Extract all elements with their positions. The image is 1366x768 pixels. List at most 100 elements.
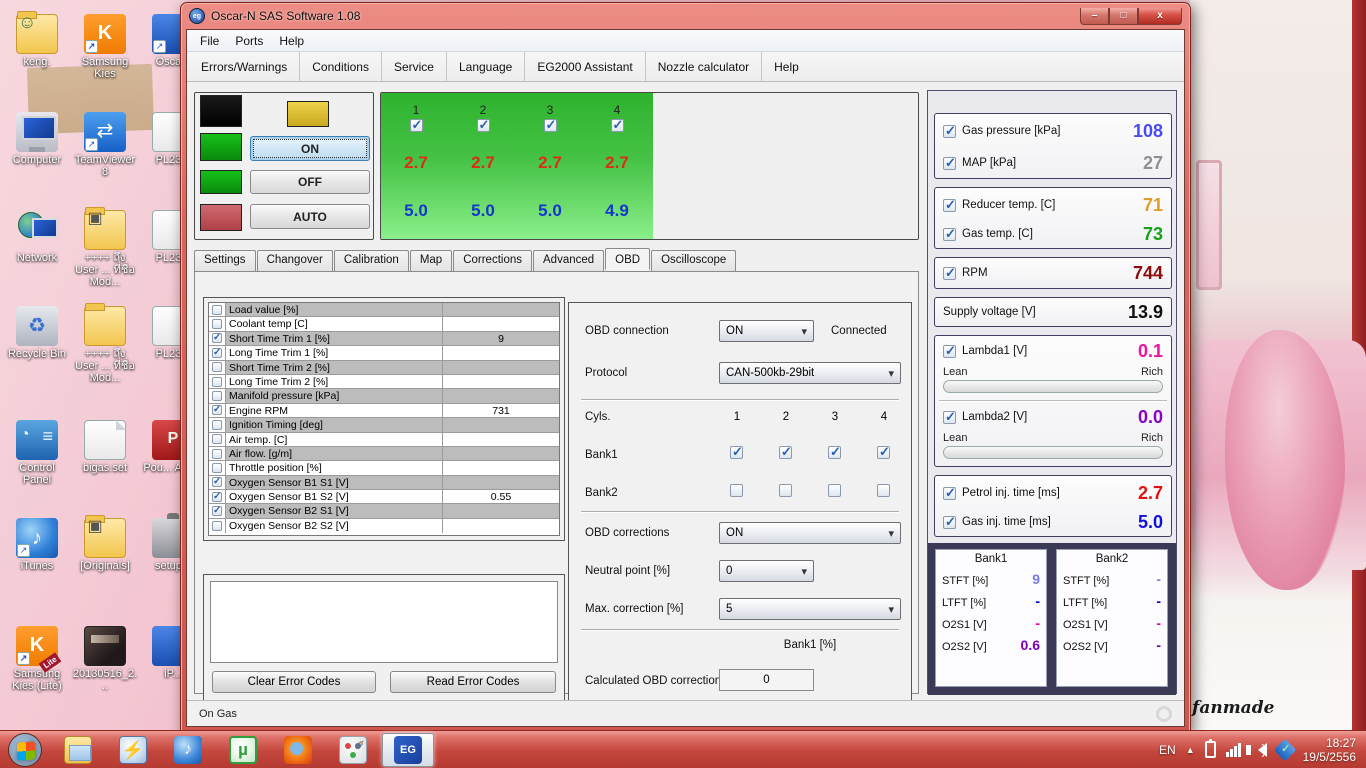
bank2-cyl3-checkbox[interactable]: [828, 484, 841, 497]
dropbox-icon[interactable]: [1273, 738, 1296, 761]
language-indicator[interactable]: EN: [1159, 743, 1176, 757]
desktop-icon-control-panel[interactable]: Control Panel: [4, 420, 70, 486]
obd-connection-dropdown[interactable]: ON: [719, 320, 814, 342]
tab-obd[interactable]: OBD: [605, 248, 651, 270]
tab-advanced[interactable]: Advanced: [533, 250, 605, 272]
clear-error-codes-button[interactable]: Clear Error Codes: [212, 671, 376, 693]
pid-checkbox[interactable]: [212, 332, 222, 344]
max-correction-dropdown[interactable]: 5: [719, 598, 901, 620]
maximize-button[interactable]: □: [1109, 7, 1138, 25]
desktop-icon-photo-20130516[interactable]: 20130516_2...: [72, 626, 138, 692]
map-checkbox[interactable]: [943, 155, 956, 171]
desktop-icon-samsung-kies[interactable]: K Samsung Kies: [72, 14, 138, 80]
tab-settings[interactable]: Settings: [194, 250, 256, 272]
pid-checkbox[interactable]: [212, 391, 222, 402]
list-item[interactable]: Coolant temp [C]: [209, 317, 559, 332]
list-item[interactable]: Air flow. [g/m]: [209, 446, 559, 462]
desktop-icon-user-mod-folder-1[interactable]: ++++ ถึง User ... ที่ชื่อ Mod...: [72, 207, 138, 288]
list-item[interactable]: Ignition Timing [deg]: [209, 418, 559, 433]
clock[interactable]: 18:27 19/5/2556: [1303, 736, 1356, 764]
show-hidden-icons-arrow[interactable]: ▲: [1186, 745, 1195, 755]
desktop-icon-itunes[interactable]: ♪ iTunes: [4, 518, 70, 572]
taskbar-utorrent[interactable]: µ: [217, 733, 269, 767]
pid-checkbox[interactable]: [212, 404, 222, 416]
desktop-icon-user-mod-folder-2[interactable]: ++++ ถึง User ... ที่ชื่อ Mod...: [72, 303, 138, 384]
off-button[interactable]: OFF: [250, 170, 370, 194]
pid-checkbox[interactable]: [212, 476, 222, 488]
list-item[interactable]: Short Time Trim 1 [%]9: [209, 331, 559, 347]
bank1-cyl3-checkbox[interactable]: [828, 444, 841, 460]
desktop-icon-samsung-kies-lite[interactable]: K Samsung Kies (Lite): [4, 626, 70, 692]
list-item[interactable]: Long Time Trim 2 [%]: [209, 374, 559, 390]
tab-eg2000-assistant[interactable]: EG2000 Assistant: [525, 52, 646, 81]
desktop-icon-bigas-set[interactable]: bigas.set: [72, 420, 138, 474]
desktop-icon-computer[interactable]: Computer: [4, 112, 70, 166]
pid-checkbox[interactable]: [212, 347, 222, 358]
pid-checkbox[interactable]: [212, 434, 222, 445]
list-item[interactable]: Oxygen Sensor B1 S1 [V]: [209, 475, 559, 491]
tab-language[interactable]: Language: [447, 52, 526, 81]
pid-checkbox[interactable]: [212, 419, 222, 430]
injector-3-checkbox[interactable]: [543, 117, 557, 133]
tab-map[interactable]: Map: [409, 250, 453, 272]
tab-nozzle-calculator[interactable]: Nozzle calculator: [646, 52, 763, 81]
pid-checkbox[interactable]: [212, 462, 222, 473]
tab-calibration[interactable]: Calibration: [333, 250, 409, 272]
pid-checkbox[interactable]: [212, 319, 222, 330]
obd-corrections-dropdown[interactable]: ON: [719, 522, 901, 544]
pid-checkbox[interactable]: [212, 521, 222, 532]
pid-checkbox[interactable]: [212, 304, 222, 315]
protocol-dropdown[interactable]: CAN-500kb-29bit: [719, 362, 901, 384]
tab-oscilloscope[interactable]: Oscilloscope: [651, 250, 737, 272]
pid-checkbox[interactable]: [212, 491, 222, 502]
tab-errors-warnings[interactable]: Errors/Warnings: [189, 52, 301, 81]
bank1-cyl4-checkbox[interactable]: [877, 444, 890, 460]
desktop-icon-teamviewer[interactable]: ⇄ TeamViewer 8: [72, 112, 138, 178]
menu-ports[interactable]: Ports: [228, 32, 270, 50]
rpm-checkbox[interactable]: [943, 265, 956, 281]
tab-service[interactable]: Service: [382, 52, 447, 81]
desktop-icon-recycle-bin[interactable]: ♻ Recycle Bin: [4, 306, 70, 360]
taskbar-daemon-tools[interactable]: ⚡: [107, 733, 159, 767]
neutral-point-dropdown[interactable]: 0: [719, 560, 814, 582]
calculated-obd-corrections-field[interactable]: 0: [719, 669, 814, 691]
lambda1-checkbox[interactable]: [943, 343, 956, 359]
gas-temp-checkbox[interactable]: [943, 226, 956, 242]
menu-help[interactable]: Help: [272, 32, 311, 50]
gas-pressure-checkbox[interactable]: [943, 123, 956, 139]
reducer-temp-checkbox[interactable]: [943, 197, 956, 213]
title-bar[interactable]: eg Oscar-N SAS Software 1.08 – □ x: [181, 3, 1190, 29]
taskbar-itunes[interactable]: ♪: [162, 733, 214, 767]
on-button[interactable]: ON: [250, 136, 370, 161]
petrol-inj-checkbox[interactable]: [943, 485, 956, 501]
bank1-cyl1-checkbox[interactable]: [730, 444, 743, 460]
bank2-cyl4-checkbox[interactable]: [877, 484, 890, 497]
lambda2-checkbox[interactable]: [943, 409, 956, 425]
taskbar-eg2000-active[interactable]: EG: [382, 732, 434, 767]
desktop-icon-keng[interactable]: keng.: [4, 11, 70, 68]
list-item[interactable]: Throttle position [%]: [209, 461, 559, 476]
list-item[interactable]: Air temp. [C]: [209, 432, 559, 447]
auto-button[interactable]: AUTO: [250, 204, 370, 229]
tab-help[interactable]: Help: [762, 52, 811, 81]
menu-file[interactable]: File: [193, 32, 226, 50]
list-item[interactable]: Oxygen Sensor B2 S2 [V]: [209, 518, 559, 534]
list-item[interactable]: Short Time Trim 2 [%]: [209, 360, 559, 375]
pid-checkbox[interactable]: [212, 362, 222, 373]
gas-inj-checkbox[interactable]: [943, 514, 956, 530]
list-item[interactable]: Long Time Trim 1 [%]: [209, 346, 559, 361]
battery-icon[interactable]: [1204, 739, 1216, 758]
injector-1-checkbox[interactable]: [409, 117, 423, 133]
list-item[interactable]: Manifold pressure [kPa]: [209, 389, 559, 404]
tab-changover[interactable]: Changover: [256, 250, 333, 272]
close-button[interactable]: x: [1138, 7, 1182, 25]
list-item[interactable]: Oxygen Sensor B1 S2 [V]0.55: [209, 490, 559, 505]
pid-checkbox[interactable]: [212, 505, 222, 517]
injector-2-checkbox[interactable]: [476, 117, 490, 133]
read-error-codes-button[interactable]: Read Error Codes: [390, 671, 556, 693]
bank2-cyl2-checkbox[interactable]: [779, 484, 792, 497]
desktop-icon-originals[interactable]: [Originals]: [72, 515, 138, 572]
error-codes-textbox[interactable]: [210, 581, 558, 663]
network-signal-icon[interactable]: [1225, 742, 1241, 757]
tab-corrections[interactable]: Corrections: [453, 250, 532, 272]
